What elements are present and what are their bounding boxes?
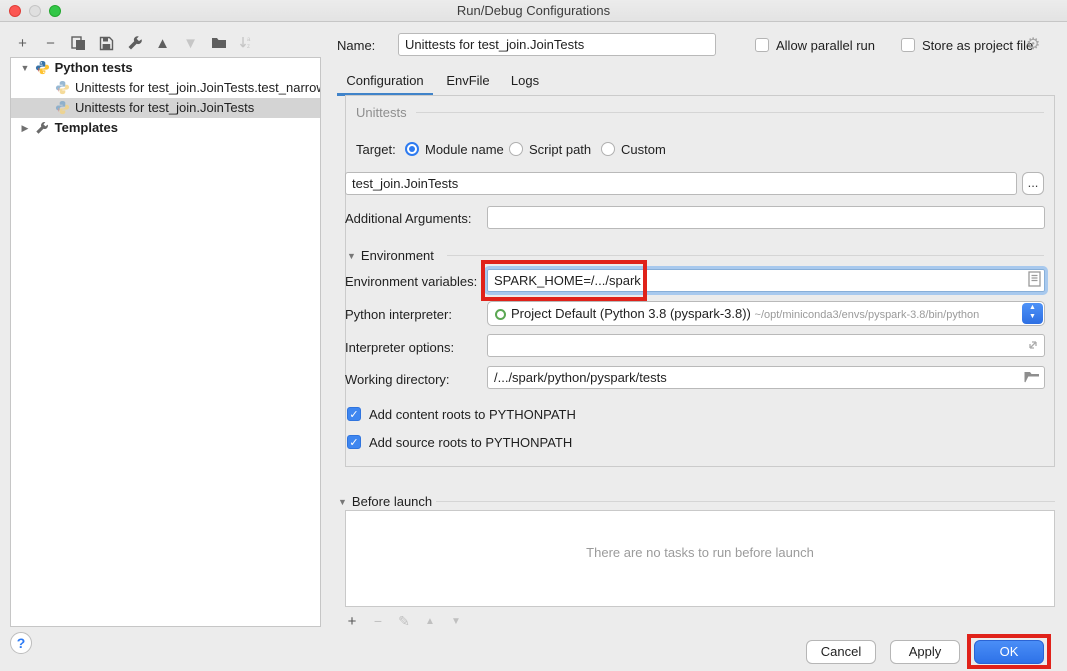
move-down-icon: ▼ (182, 35, 199, 52)
radio-custom-label: Custom (621, 142, 666, 157)
expand-field-icon[interactable] (1026, 338, 1040, 355)
add-configuration-icon[interactable]: + (14, 35, 31, 52)
radio-module-name-label: Module name (425, 142, 504, 157)
chevron-expanded-icon: ▼ (347, 251, 356, 261)
add-source-roots-checkbox[interactable]: ✓ (347, 435, 361, 449)
tab-configuration[interactable]: Configuration (337, 68, 433, 94)
configurations-toolbar: + − ▲ ▼ az (14, 33, 255, 53)
help-button[interactable]: ? (10, 632, 32, 654)
before-launch-section-header[interactable]: ▼ Before launch (338, 494, 432, 509)
environment-variables-label: Environment variables: (345, 274, 477, 289)
allow-parallel-run-checkbox[interactable] (755, 38, 769, 52)
python-interpreter-label: Python interpreter: (345, 307, 452, 322)
unittests-group-title: Unittests (356, 105, 407, 120)
tree-item-label: Templates (55, 120, 118, 135)
interpreter-options-label: Interpreter options: (345, 340, 454, 355)
conda-env-icon (495, 309, 506, 320)
interpreter-value: Project Default (Python 3.8 (pyspark-3.8… (511, 306, 751, 321)
edit-templates-icon[interactable] (126, 35, 143, 52)
before-launch-label: Before launch (352, 494, 432, 509)
dropdown-stepper-icon[interactable]: ▲▼ (1022, 303, 1043, 324)
gear-icon[interactable]: ⚙ (1026, 37, 1040, 53)
tab-envfile[interactable]: EnvFile (440, 68, 496, 94)
tree-item-unittests-test-narrow[interactable]: Unittests for test_join.JoinTests.test_n… (11, 78, 320, 98)
save-configuration-icon[interactable] (98, 35, 115, 52)
group-title-separator (416, 112, 1044, 113)
working-directory-input[interactable] (487, 366, 1045, 389)
run-debug-configurations-dialog: Run/Debug Configurations + − ▲ ▼ az ▼ Py… (0, 0, 1067, 671)
new-folder-icon[interactable] (210, 35, 227, 52)
sort-alphabetically-icon: az (238, 35, 255, 52)
remove-task-icon: − (371, 613, 385, 629)
tree-item-templates[interactable]: ▶ Templates (11, 118, 320, 138)
working-directory-label: Working directory: (345, 372, 450, 387)
folder-browse-icon[interactable] (1024, 370, 1040, 387)
add-source-roots-label: Add source roots to PYTHONPATH (369, 435, 572, 450)
tree-item-python-tests[interactable]: ▼ Python tests (11, 58, 320, 78)
remove-configuration-icon[interactable]: − (42, 35, 59, 52)
radio-script-path-label: Script path (529, 142, 591, 157)
interpreter-options-input[interactable] (487, 334, 1045, 357)
cancel-button[interactable]: Cancel (806, 640, 876, 664)
ok-red-annotation (967, 634, 1051, 669)
before-launch-empty-text: There are no tasks to run before launch (346, 545, 1054, 560)
move-task-up-icon: ▲ (423, 616, 437, 627)
name-label: Name: (337, 38, 375, 53)
tree-item-label: Unittests for test_join.JoinTests (75, 100, 254, 115)
edit-task-icon: ✎ (397, 613, 411, 630)
add-task-icon[interactable]: + (345, 613, 359, 630)
add-content-roots-checkbox[interactable]: ✓ (347, 407, 361, 421)
additional-arguments-label: Additional Arguments: (345, 211, 471, 226)
before-launch-task-list: There are no tasks to run before launch (345, 510, 1055, 607)
env-vars-list-icon[interactable] (1028, 271, 1041, 290)
environment-section-header[interactable]: ▼ Environment (347, 248, 434, 263)
additional-arguments-input[interactable] (487, 206, 1045, 229)
python-test-icon (55, 80, 71, 96)
allow-parallel-run-label: Allow parallel run (776, 38, 875, 53)
chevron-expanded-icon: ▼ (338, 497, 347, 507)
apply-button[interactable]: Apply (890, 640, 960, 664)
python-tests-icon (35, 60, 51, 76)
name-input[interactable] (398, 33, 716, 56)
move-task-down-icon: ▼ (449, 616, 463, 627)
target-label: Target: (356, 142, 396, 157)
module-name-input[interactable] (345, 172, 1017, 195)
radio-custom[interactable] (601, 142, 615, 156)
tree-item-label: Python tests (55, 60, 133, 75)
environment-separator (447, 255, 1044, 256)
before-launch-separator (436, 501, 1055, 502)
title-bar: Run/Debug Configurations (0, 0, 1067, 22)
store-as-project-file-label: Store as project file (922, 38, 1033, 53)
tree-item-label: Unittests for test_join.JoinTests.test_n… (75, 80, 320, 95)
environment-section-label: Environment (361, 248, 434, 263)
chevron-collapsed-icon[interactable]: ▶ (19, 118, 31, 138)
configurations-tree: ▼ Python tests Unittests for test_join.J… (10, 57, 321, 627)
svg-text:z: z (247, 44, 250, 50)
templates-wrench-icon (35, 121, 51, 137)
tree-item-unittests-jointests-selected[interactable]: Unittests for test_join.JoinTests (11, 98, 320, 118)
interpreter-path: ~/opt/miniconda3/envs/pyspark-3.8/bin/py… (755, 309, 980, 321)
radio-script-path[interactable] (509, 142, 523, 156)
add-content-roots-label: Add content roots to PYTHONPATH (369, 407, 576, 422)
before-launch-toolbar: + − ✎ ▲ ▼ (345, 612, 463, 630)
python-interpreter-select[interactable]: Project Default (Python 3.8 (pyspark-3.8… (487, 301, 1045, 326)
python-test-icon (55, 100, 71, 116)
radio-module-name[interactable] (405, 142, 419, 156)
move-up-icon[interactable]: ▲ (154, 35, 171, 52)
copy-configuration-icon[interactable] (70, 35, 87, 52)
store-as-project-file-checkbox[interactable] (901, 38, 915, 52)
svg-text:a: a (247, 37, 251, 43)
browse-module-button[interactable]: ... (1022, 172, 1044, 195)
env-vars-red-annotation (481, 260, 647, 301)
tab-logs[interactable]: Logs (503, 68, 547, 94)
chevron-expanded-icon[interactable]: ▼ (19, 58, 31, 78)
window-title: Run/Debug Configurations (0, 3, 1067, 18)
